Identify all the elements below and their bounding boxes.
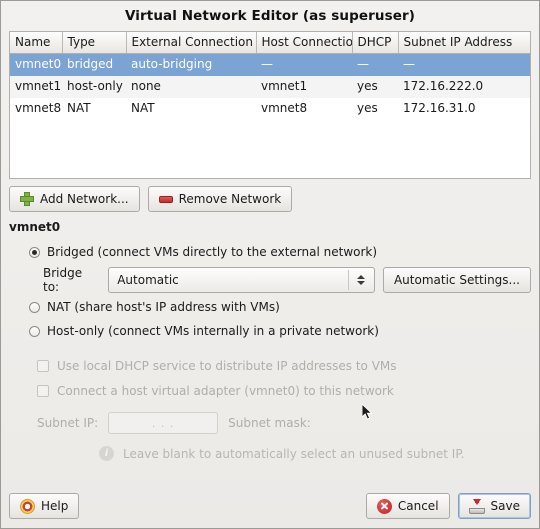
table-body: vmnet0 bridged auto-bridging — — — vmnet… — [10, 53, 530, 120]
remove-network-label: Remove Network — [178, 192, 282, 206]
checkbox-host-virtual-adapter: Connect a host virtual adapter (vmnet0) … — [9, 378, 531, 403]
dialog-footer: Help Cancel Save — [1, 484, 539, 528]
column-header-name[interactable]: Name — [10, 32, 63, 54]
table-action-toolbar: Add Network... Remove Network — [9, 186, 531, 212]
remove-network-button[interactable]: Remove Network — [147, 186, 293, 212]
minus-icon — [158, 195, 173, 203]
table-row[interactable]: vmnet8 NAT NAT vmnet8 yes 172.16.31.0 — [10, 97, 530, 120]
combo-separator — [347, 270, 349, 290]
bridge-to-label: Bridge to: — [43, 266, 83, 294]
disabled-settings-block: Use local DHCP service to distribute IP … — [9, 353, 531, 461]
column-header-dhcp[interactable]: DHCP — [352, 32, 399, 54]
table-row[interactable]: vmnet1 host-only none vmnet1 yes 172.16.… — [10, 75, 530, 98]
help-label: Help — [41, 499, 69, 513]
radio-host-only-label: Host-only (connect VMs internally in a p… — [47, 324, 379, 338]
radio-bridged-label: Bridged (connect VMs directly to the ext… — [47, 245, 378, 259]
radio-bridged-indicator — [29, 246, 40, 258]
bridge-to-row: Bridge to: Automatic Automatic Settings.… — [9, 265, 531, 295]
table-row[interactable]: vmnet0 bridged auto-bridging — — — — [10, 53, 530, 76]
cell-type: host-only — [62, 75, 126, 98]
checkbox-host-virtual-adapter-label: Connect a host virtual adapter (vmnet0) … — [57, 383, 394, 398]
networks-table: Name Type External Connection Host Conne… — [10, 32, 530, 120]
automatic-settings-label: Automatic Settings... — [393, 273, 520, 287]
cell-host: vmnet1 — [256, 75, 352, 98]
info-icon: i — [99, 446, 114, 461]
save-download-icon — [468, 498, 485, 514]
selected-network-label: vmnet0 — [9, 220, 61, 234]
subnet-hint-text: Leave blank to automatically select an u… — [123, 446, 465, 461]
column-header-host[interactable]: Host Connection — [256, 32, 353, 54]
checkbox-local-dhcp-label: Use local DHCP service to distribute IP … — [57, 358, 397, 373]
cell-subnet: — — [398, 53, 530, 76]
radio-nat-indicator — [29, 301, 40, 313]
radio-option-bridged[interactable]: Bridged (connect VMs directly to the ext… — [9, 240, 531, 264]
subnet-row: Subnet IP: . . . Subnet mask: — [9, 409, 531, 437]
table-header-row: Name Type External Connection Host Conne… — [10, 32, 530, 54]
plus-icon — [20, 192, 34, 206]
cell-dhcp: yes — [352, 97, 398, 120]
table-header: Name Type External Connection Host Conne… — [10, 32, 530, 54]
radio-host-only-indicator — [29, 325, 40, 337]
cell-dhcp: yes — [352, 75, 398, 98]
cell-name: vmnet0 — [10, 53, 62, 76]
save-label: Save — [490, 499, 520, 513]
chevron-up-down-icon — [356, 273, 367, 287]
cell-name: vmnet1 — [10, 75, 62, 98]
networks-table-container[interactable]: Name Type External Connection Host Conne… — [9, 31, 531, 179]
virtual-network-editor-window: Virtual Network Editor (as superuser) Na… — [0, 0, 540, 529]
radio-option-nat[interactable]: NAT (share host's IP address with VMs) — [9, 295, 531, 319]
subnet-ip-input: . . . — [108, 412, 219, 434]
cell-host: — — [256, 53, 352, 76]
cell-subnet: 172.16.222.0 — [398, 75, 530, 98]
subnet-ip-label: Subnet IP: — [37, 416, 99, 430]
radio-nat-label: NAT (share host's IP address with VMs) — [47, 300, 280, 314]
help-button[interactable]: Help — [9, 493, 80, 519]
subnet-hint: i Leave blank to automatically select an… — [9, 446, 531, 461]
checkbox-local-dhcp: Use local DHCP service to distribute IP … — [9, 353, 531, 378]
bridge-to-value: Automatic — [117, 273, 179, 287]
subnet-mask-label: Subnet mask: — [228, 416, 311, 430]
cancel-label: Cancel — [397, 499, 439, 513]
column-header-external[interactable]: External Connection — [126, 32, 257, 54]
cell-subnet: 172.16.31.0 — [398, 97, 530, 120]
cell-type: bridged — [62, 53, 126, 76]
window-title-bar: Virtual Network Editor (as superuser) — [1, 1, 539, 31]
cancel-x-icon — [376, 498, 392, 514]
dialog-content: Name Type External Connection Host Conne… — [1, 31, 539, 484]
network-type-options: Bridged (connect VMs directly to the ext… — [9, 240, 531, 343]
cancel-button[interactable]: Cancel — [365, 493, 450, 519]
cell-name: vmnet8 — [10, 97, 62, 120]
automatic-settings-button[interactable]: Automatic Settings... — [382, 267, 531, 293]
add-network-button[interactable]: Add Network... — [9, 186, 140, 212]
lifebuoy-icon — [20, 498, 35, 514]
cell-external: auto-bridging — [126, 53, 256, 76]
checkbox-host-virtual-adapter-box — [37, 384, 49, 397]
bridge-to-select[interactable]: Automatic — [108, 267, 375, 293]
radio-option-host-only[interactable]: Host-only (connect VMs internally in a p… — [9, 319, 531, 343]
cell-dhcp: — — [352, 53, 398, 76]
column-header-subnet[interactable]: Subnet IP Address — [398, 32, 530, 54]
cell-host: vmnet8 — [256, 97, 352, 120]
checkbox-local-dhcp-box — [37, 359, 49, 372]
add-network-label: Add Network... — [40, 192, 129, 206]
column-header-type[interactable]: Type — [62, 32, 127, 54]
save-button[interactable]: Save — [457, 493, 531, 519]
page-title: Virtual Network Editor (as superuser) — [124, 8, 416, 24]
cell-external: NAT — [126, 97, 256, 120]
cell-type: NAT — [62, 97, 126, 120]
cell-external: none — [126, 75, 256, 98]
